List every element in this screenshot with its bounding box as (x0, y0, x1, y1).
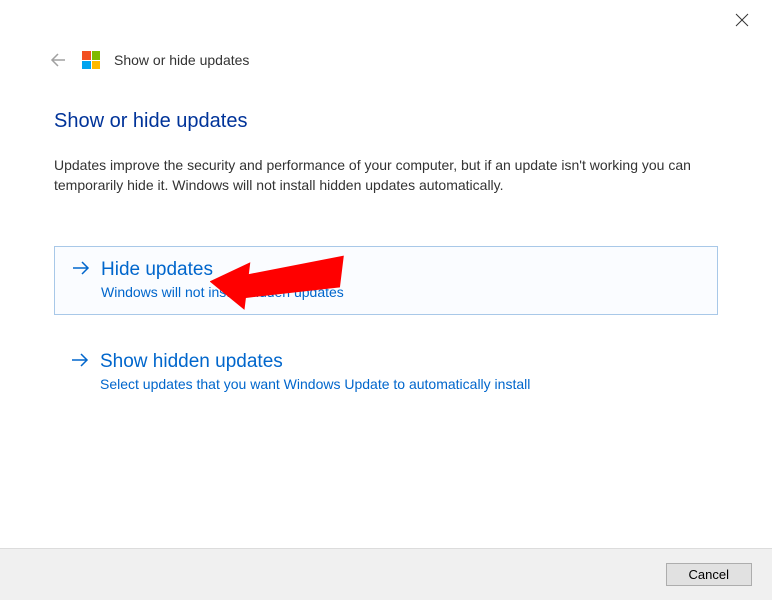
option-title: Hide updates (101, 259, 213, 281)
page-heading: Show or hide updates (54, 110, 718, 133)
windows-logo-icon (82, 51, 100, 69)
back-button[interactable] (48, 50, 68, 70)
page-description: Updates improve the security and perform… (54, 155, 718, 196)
close-button[interactable] (732, 10, 752, 30)
back-arrow-icon (49, 51, 67, 69)
option-hide-updates[interactable]: Hide updates Windows will not install hi… (54, 246, 718, 315)
option-title: Show hidden updates (100, 351, 283, 373)
content-area: Show or hide updates Updates improve the… (0, 70, 772, 406)
arrow-right-icon (70, 351, 90, 374)
option-subtitle: Select updates that you want Windows Upd… (100, 376, 702, 392)
arrow-right-icon (71, 259, 91, 282)
close-icon (735, 13, 749, 27)
cancel-button[interactable]: Cancel (666, 563, 752, 586)
header-title: Show or hide updates (114, 52, 249, 68)
wizard-header: Show or hide updates (0, 0, 772, 70)
footer-bar: Cancel (0, 548, 772, 600)
option-subtitle: Windows will not install hidden updates (101, 284, 701, 300)
option-show-hidden-updates[interactable]: Show hidden updates Select updates that … (54, 339, 718, 406)
